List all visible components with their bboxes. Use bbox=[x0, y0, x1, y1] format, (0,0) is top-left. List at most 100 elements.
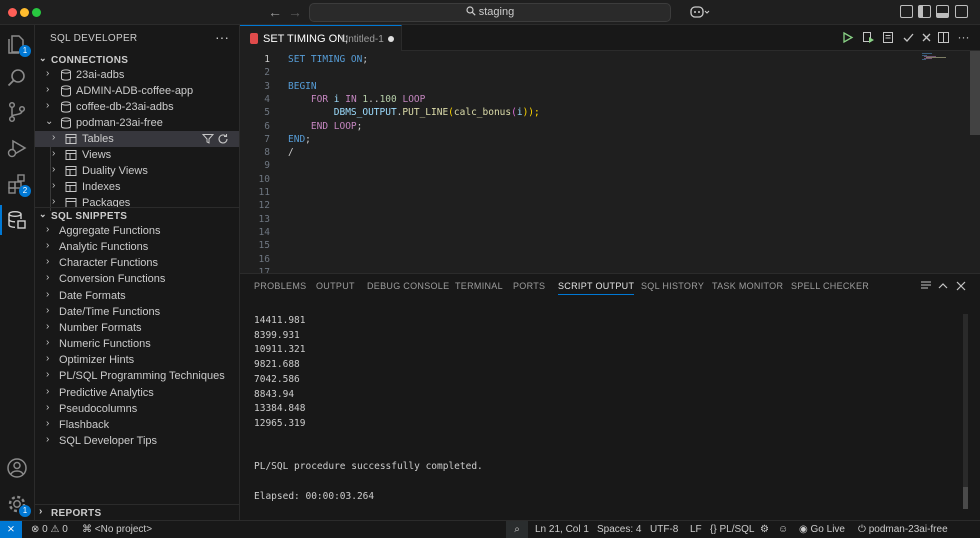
rollback-icon[interactable] bbox=[920, 31, 933, 44]
run-and-debug-icon[interactable] bbox=[6, 137, 28, 159]
connections-section-header[interactable]: ⌄ CONNECTIONS bbox=[35, 52, 240, 68]
search-view-icon[interactable] bbox=[6, 67, 28, 89]
commit-icon[interactable] bbox=[902, 31, 915, 44]
split-editor-icon[interactable] bbox=[937, 31, 950, 44]
panel-tab-script-output[interactable]: SCRIPT OUTPUT bbox=[558, 281, 635, 295]
eol-status[interactable]: LF bbox=[690, 524, 702, 535]
language-mode[interactable]: {} PL/SQL bbox=[710, 524, 755, 535]
editor-tab-bar: SET TIMING ON; Untitled-1 ··· bbox=[240, 25, 980, 51]
extensions-icon[interactable]: 2 bbox=[6, 173, 31, 197]
connection-item[interactable]: ⌄ podman-23ai-free bbox=[35, 115, 239, 131]
code-token: SET TIMING bbox=[288, 54, 351, 65]
snippets-header-label: SQL SNIPPETS bbox=[51, 211, 128, 222]
snippet-item[interactable]: › Aggregate Functions bbox=[35, 223, 239, 239]
filter-icon[interactable] bbox=[202, 133, 214, 145]
connection-item[interactable]: › 23ai-adbs bbox=[35, 67, 239, 83]
panel-tab-terminal[interactable]: TERMINAL bbox=[455, 281, 503, 291]
remote-indicator-icon[interactable]: ⨯ bbox=[0, 521, 22, 538]
run-script-icon[interactable] bbox=[862, 31, 875, 44]
snippet-item[interactable]: › Conversion Functions bbox=[35, 271, 239, 287]
snippet-item[interactable]: › Optimizer Hints bbox=[35, 352, 239, 368]
notifications-icon[interactable]: ⚙ bbox=[760, 524, 769, 535]
sql-developer-icon[interactable] bbox=[0, 205, 28, 235]
reports-section-header[interactable]: › REPORTS bbox=[35, 504, 240, 520]
snippet-item[interactable]: › Number Formats bbox=[35, 320, 239, 336]
cursor-position[interactable]: Ln 21, Col 1 bbox=[535, 524, 589, 535]
project-status[interactable]: ⌘ <No project> bbox=[82, 524, 152, 535]
snippet-item[interactable]: › Analytic Functions bbox=[35, 239, 239, 255]
search-icon bbox=[466, 6, 476, 16]
toggle-primary-sidebar-icon[interactable] bbox=[900, 5, 913, 18]
encoding-status[interactable]: UTF-8 bbox=[650, 524, 678, 535]
chevron-up-icon[interactable] bbox=[938, 282, 948, 290]
accounts-icon[interactable] bbox=[6, 457, 28, 479]
schema-item-label: Packages bbox=[82, 197, 131, 207]
explain-plan-icon[interactable] bbox=[882, 31, 895, 44]
panel-tab-sql-history[interactable]: SQL HISTORY bbox=[641, 281, 704, 291]
more-actions-icon[interactable]: ··· bbox=[215, 29, 229, 45]
panel-tab-ports[interactable]: PORTS bbox=[513, 281, 545, 291]
panel-tab-debug-console[interactable]: DEBUG CONSOLE bbox=[367, 281, 449, 291]
toggle-panel-icon[interactable] bbox=[936, 5, 949, 18]
layout-sidebar-icon[interactable] bbox=[918, 5, 931, 18]
run-icon[interactable] bbox=[841, 31, 854, 44]
chevron-right-icon: › bbox=[46, 68, 50, 79]
editor-tab-untitled-1[interactable]: SET TIMING ON; Untitled-1 bbox=[240, 25, 402, 51]
command-center-search[interactable]: staging bbox=[309, 3, 671, 22]
close-panel-icon[interactable] bbox=[956, 281, 966, 291]
extensions-badge: 2 bbox=[19, 185, 31, 197]
sql-snippets-section-header[interactable]: ⌄ SQL SNIPPETS bbox=[35, 207, 240, 223]
more-actions-icon[interactable]: ··· bbox=[957, 31, 970, 44]
minimize-window-button[interactable] bbox=[20, 8, 29, 17]
code-token: IN bbox=[339, 93, 363, 105]
copilot-status-icon[interactable]: ☺ bbox=[778, 524, 788, 535]
customize-layout-icon[interactable] bbox=[955, 5, 968, 18]
schema-item-indexes[interactable]: › Indexes bbox=[35, 179, 239, 195]
back-arrow-icon[interactable]: ← bbox=[268, 4, 282, 20]
connection-item[interactable]: › ADMIN-ADB-coffee-app bbox=[35, 83, 239, 99]
snippet-item[interactable]: › Flashback bbox=[35, 417, 239, 433]
close-window-button[interactable] bbox=[8, 8, 17, 17]
schema-item-duality-views[interactable]: › Duality Views bbox=[35, 163, 239, 179]
snippet-item[interactable]: › SQL Developer Tips bbox=[35, 433, 239, 449]
snippet-item[interactable]: › Date Formats bbox=[35, 288, 239, 304]
problems-status[interactable]: ⊗ 0 ⚠ 0 bbox=[31, 524, 68, 535]
zoom-window-button[interactable] bbox=[32, 8, 41, 17]
snippet-item[interactable]: › Pseudocolumns bbox=[35, 401, 239, 417]
forward-arrow-icon[interactable]: → bbox=[288, 4, 302, 20]
schema-item-packages[interactable]: › Packages bbox=[35, 195, 239, 207]
connection-item[interactable]: › coffee-db-23ai-adbs bbox=[35, 99, 239, 115]
schema-item-tables[interactable]: › Tables bbox=[35, 131, 239, 147]
indentation-status[interactable]: Spaces: 4 bbox=[597, 524, 641, 535]
copilot-icon[interactable] bbox=[690, 5, 710, 19]
panel-tab-task-monitor[interactable]: TASK MONITOR bbox=[712, 281, 783, 291]
snippet-item[interactable]: › PL/SQL Programming Techniques bbox=[35, 368, 239, 384]
source-control-icon[interactable] bbox=[6, 101, 28, 123]
snippet-label: Date/Time Functions bbox=[59, 305, 161, 318]
clear-output-icon[interactable] bbox=[920, 281, 932, 291]
manage-gear-icon[interactable]: 1 bbox=[6, 493, 31, 517]
panel-tab-spell-checker[interactable]: SPELL CHECKER bbox=[791, 281, 869, 291]
snippet-label: SQL Developer Tips bbox=[59, 434, 158, 447]
snippet-item[interactable]: › Numeric Functions bbox=[35, 336, 239, 352]
snippet-label: Pseudocolumns bbox=[59, 402, 138, 415]
schema-item-views[interactable]: › Views bbox=[35, 147, 239, 163]
code-editor[interactable]: 1 2 3 4 5 6 7 8 9 10 11 12 13 14 15 16 17 SET TIMING ON;… bbox=[240, 51, 980, 273]
output-scrollbar-track[interactable] bbox=[963, 314, 968, 509]
tab-title: SET TIMING ON; bbox=[263, 33, 349, 45]
unsaved-dot-icon[interactable] bbox=[388, 36, 394, 42]
refresh-icon[interactable] bbox=[217, 133, 229, 145]
minimap[interactable] bbox=[922, 53, 946, 61]
panel-tab-problems[interactable]: PROBLEMS bbox=[254, 281, 306, 291]
go-live-button[interactable]: ◉ Go Live bbox=[799, 524, 845, 535]
connection-status[interactable]: ⏻ podman-23ai-free bbox=[858, 524, 948, 535]
snippet-item[interactable]: › Character Functions bbox=[35, 255, 239, 271]
snippet-item[interactable]: › Predictive Analytics bbox=[35, 385, 239, 401]
code-line-4: FOR i IN 1..100 LOOP bbox=[288, 94, 425, 105]
explorer-icon[interactable]: 1 bbox=[6, 33, 31, 57]
zoom-icon[interactable]: ⌕ bbox=[506, 521, 528, 538]
editor-scrollbar[interactable] bbox=[970, 51, 980, 135]
snippet-item[interactable]: › Date/Time Functions bbox=[35, 304, 239, 320]
output-scrollbar-thumb[interactable] bbox=[963, 487, 968, 509]
panel-tab-output[interactable]: OUTPUT bbox=[316, 281, 355, 291]
